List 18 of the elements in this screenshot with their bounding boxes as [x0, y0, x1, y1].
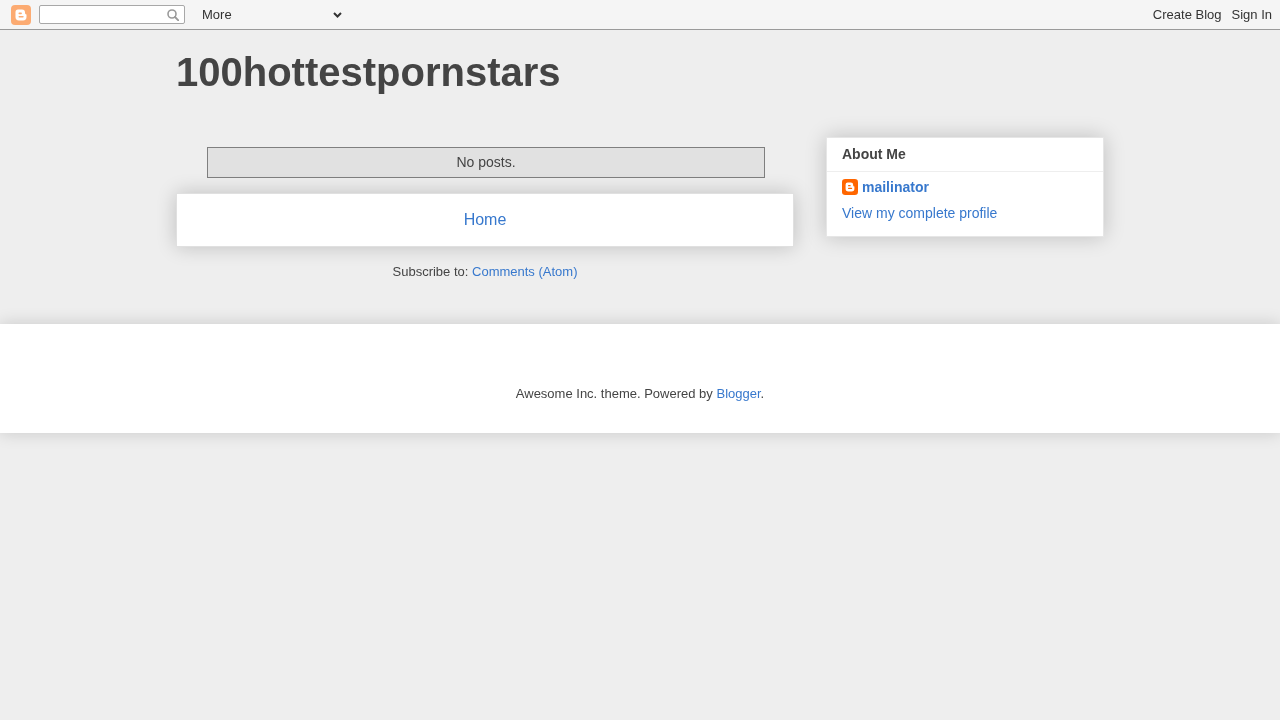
blogger-link[interactable]: Blogger: [716, 386, 761, 401]
subscribe-text: Subscribe to: Comments (Atom): [391, 264, 579, 279]
navbar-link[interactable]: Create Blog: [1152, 7, 1222, 22]
more-dropdown[interactable]: More: [196, 5, 346, 24]
comments-feed-link[interactable]: Comments (Atom): [472, 264, 578, 279]
blogger-logo-icon[interactable]: [11, 4, 31, 25]
navbar-link[interactable]: Sign In: [1231, 7, 1272, 22]
blogger-profile-icon: [842, 179, 858, 195]
home-link[interactable]: Home: [463, 211, 507, 229]
about-me-heading: About Me: [827, 138, 1103, 172]
blog-title: 100hottestpornstars: [176, 49, 562, 95]
chevron-down-icon: [333, 11, 342, 18]
search-field[interactable]: [39, 5, 185, 24]
footer-text: Awesome Inc. theme. Powered by Blogger.: [514, 386, 766, 401]
profile-name-link[interactable]: mailinator: [862, 179, 929, 195]
view-profile-link[interactable]: View my complete profile: [842, 205, 1088, 222]
search-icon[interactable]: [167, 8, 179, 21]
no-posts-message: No posts.: [207, 147, 765, 178]
